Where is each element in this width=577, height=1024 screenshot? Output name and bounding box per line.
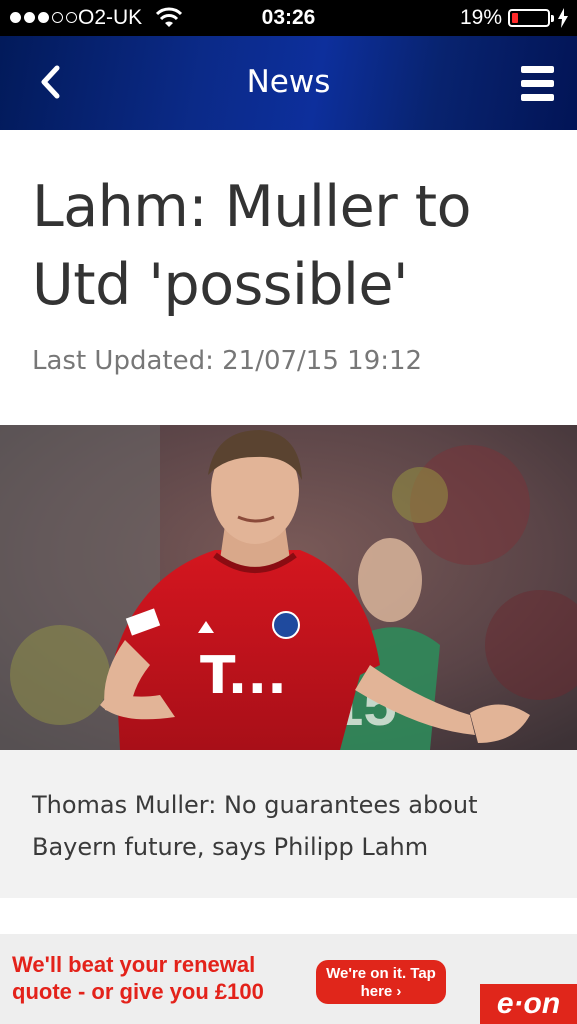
last-updated: Last Updated: 21/07/15 19:12	[32, 346, 423, 376]
battery-icon	[508, 9, 554, 27]
menu-button[interactable]	[516, 64, 556, 102]
charging-bolt-icon	[558, 8, 568, 28]
nav-title: News	[246, 64, 331, 100]
photo-caption-box: Thomas Muller: No guarantees about Bayer…	[0, 750, 577, 898]
advertisement-banner[interactable]: We'll beat your renewal quote - or give …	[0, 934, 577, 1024]
nav-bar: News	[0, 36, 577, 130]
ad-headline: We'll beat your renewal quote - or give …	[12, 952, 264, 1004]
article-photo[interactable]: 15 T...	[0, 425, 577, 750]
photo-shirt-text: T...	[200, 646, 287, 706]
article-headline: Lahm: Muller to Utd 'possible'	[32, 174, 471, 318]
status-bar: O2-UK 03:26 19%	[0, 0, 577, 36]
ad-tap-button[interactable]: We're on it. Tap here ›	[316, 960, 446, 1004]
ad-brand-logo: e·on	[480, 984, 577, 1024]
photo-caption: Thomas Muller: No guarantees about Bayer…	[32, 791, 478, 861]
battery-level	[512, 13, 518, 23]
battery-percent: 19%	[460, 6, 503, 29]
player-photo-illustration: 15 T...	[0, 425, 577, 750]
